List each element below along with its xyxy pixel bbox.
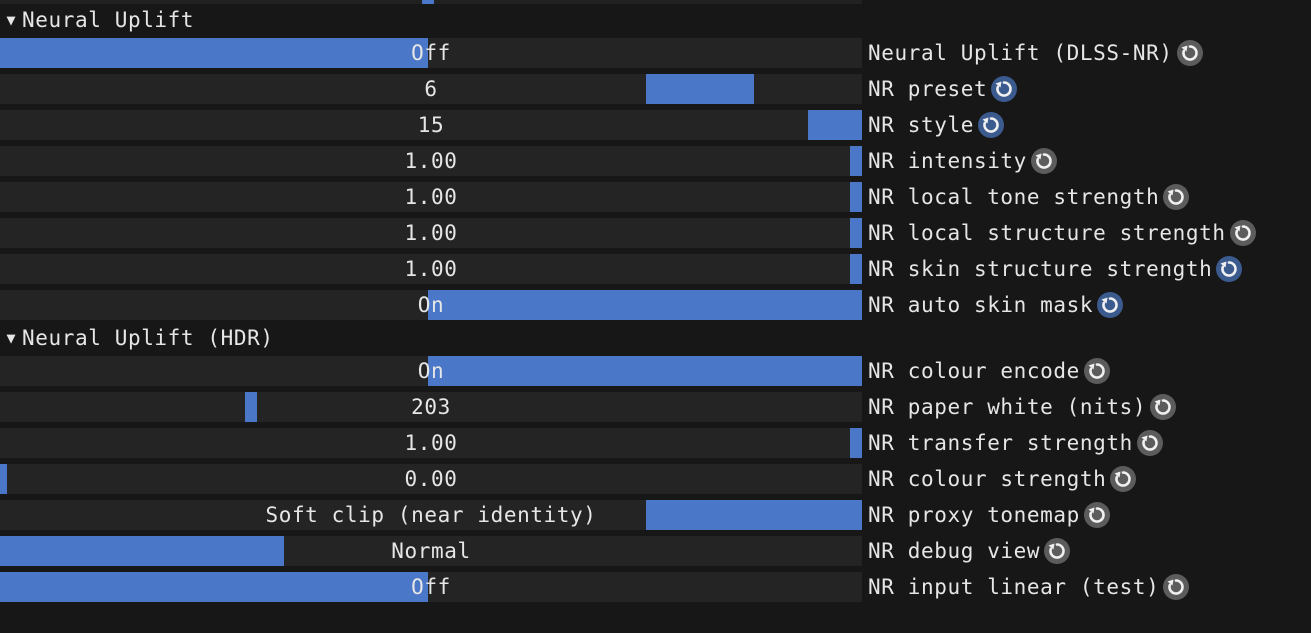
value-text: 1.00 xyxy=(404,221,458,245)
setting-label: NR proxy tonemap xyxy=(868,503,1080,527)
setting-label-container: NR local tone strength xyxy=(868,182,1190,212)
setting-label: NR paper white (nits) xyxy=(868,395,1147,419)
setting-label-container: NR colour encode xyxy=(868,356,1110,386)
value-text: On xyxy=(417,359,445,383)
setting-label-container: NR paper white (nits) xyxy=(868,392,1177,422)
value-text: Normal xyxy=(391,539,471,563)
setting-label: NR transfer strength xyxy=(868,431,1133,455)
setting-label: NR skin structure strength xyxy=(868,257,1213,281)
reset-icon[interactable] xyxy=(1136,430,1163,456)
nr-preset-slider[interactable]: 6 xyxy=(0,74,862,104)
reset-icon[interactable] xyxy=(977,112,1004,138)
setting-label-container: NR transfer strength xyxy=(868,428,1163,458)
nr-local-tone-strength-slider[interactable]: 1.00 xyxy=(0,182,862,212)
reset-icon[interactable] xyxy=(1229,220,1256,246)
nr-colour-encode-toggle[interactable]: On xyxy=(0,356,862,386)
setting-row-nr-preset: 6 NR preset xyxy=(0,74,1311,104)
section-header-neural-uplift[interactable]: ▼ Neural Uplift xyxy=(0,5,862,35)
nr-paper-white-nits-slider[interactable]: 203 xyxy=(0,392,862,422)
value-text: Off xyxy=(411,41,451,65)
setting-label: NR local structure strength xyxy=(868,221,1226,245)
reset-icon[interactable] xyxy=(1216,256,1243,282)
setting-row-nr-colour-strength: 0.00 NR colour strength xyxy=(0,464,1311,494)
value-text: Soft clip (near identity) xyxy=(265,503,597,527)
setting-label-container: NR auto skin mask xyxy=(868,290,1124,320)
nr-auto-skin-mask-toggle[interactable]: On xyxy=(0,290,862,320)
reset-icon[interactable] xyxy=(991,76,1018,102)
setting-label: NR style xyxy=(868,113,974,137)
setting-label: NR local tone strength xyxy=(868,185,1160,209)
setting-row-nr-style: 15 NR style xyxy=(0,110,1311,140)
value-text: 1.00 xyxy=(404,431,458,455)
reset-icon[interactable] xyxy=(1083,502,1110,528)
setting-label: NR preset xyxy=(868,77,988,101)
setting-label-container: Neural Uplift (DLSS-NR) xyxy=(868,38,1203,68)
nr-debug-view-combo[interactable]: Normal xyxy=(0,536,862,566)
setting-label: NR colour encode xyxy=(868,359,1080,383)
setting-row-nr-local-structure-strength: 1.00 NR local structure strength xyxy=(0,218,1311,248)
setting-label-container: NR preset xyxy=(868,74,1018,104)
reset-icon[interactable] xyxy=(1030,148,1057,174)
reset-icon[interactable] xyxy=(1150,394,1177,420)
setting-label: NR auto skin mask xyxy=(868,293,1094,317)
previous-row-fill xyxy=(422,0,434,4)
value-text: 1.00 xyxy=(404,257,458,281)
neural-uplift-dlss-nr-toggle[interactable]: Off xyxy=(0,38,862,68)
setting-row-nr-debug-view: Normal NR debug view xyxy=(0,536,1311,566)
setting-label-container: NR proxy tonemap xyxy=(868,500,1110,530)
reset-icon[interactable] xyxy=(1044,538,1071,564)
setting-label-container: NR local structure strength xyxy=(868,218,1256,248)
nr-skin-structure-strength-slider[interactable]: 1.00 xyxy=(0,254,862,284)
nr-colour-strength-slider[interactable]: 0.00 xyxy=(0,464,862,494)
value-text: 1.00 xyxy=(404,185,458,209)
nr-transfer-strength-slider[interactable]: 1.00 xyxy=(0,428,862,458)
value-text: 0.00 xyxy=(404,467,458,491)
value-text: 6 xyxy=(424,77,438,101)
setting-row-nr-input-linear-test: Off NR input linear (test) xyxy=(0,572,1311,602)
collapse-arrow-icon: ▼ xyxy=(6,329,16,347)
setting-row-nr-local-tone-strength: 1.00 NR local tone strength xyxy=(0,182,1311,212)
nr-local-structure-strength-slider[interactable]: 1.00 xyxy=(0,218,862,248)
setting-row-nr-paper-white-nits: 203 NR paper white (nits) xyxy=(0,392,1311,422)
reset-icon[interactable] xyxy=(1110,466,1137,492)
value-text: On xyxy=(417,293,445,317)
collapse-arrow-icon: ▼ xyxy=(6,11,16,29)
section-header-neural-uplift-hdr[interactable]: ▼ Neural Uplift (HDR) xyxy=(0,323,862,353)
reset-icon[interactable] xyxy=(1163,184,1190,210)
setting-row-neural-uplift-dlss-nr: Off Neural Uplift (DLSS-NR) xyxy=(0,38,1311,68)
nr-intensity-slider[interactable]: 1.00 xyxy=(0,146,862,176)
setting-row-nr-colour-encode: On NR colour encode xyxy=(0,356,1311,386)
setting-row-nr-proxy-tonemap: Soft clip (near identity) NR proxy tonema… xyxy=(0,500,1311,530)
setting-row-nr-intensity: 1.00 NR intensity xyxy=(0,146,1311,176)
nr-input-linear-test-toggle[interactable]: Off xyxy=(0,572,862,602)
setting-label-container: NR colour strength xyxy=(868,464,1137,494)
value-text: 15 xyxy=(417,113,445,137)
reset-icon[interactable] xyxy=(1083,358,1110,384)
value-text: 1.00 xyxy=(404,149,458,173)
setting-label: NR colour strength xyxy=(868,467,1107,491)
setting-label: NR debug view xyxy=(868,539,1041,563)
section-title: Neural Uplift xyxy=(22,8,195,32)
nr-style-slider[interactable]: 15 xyxy=(0,110,862,140)
setting-label: NR intensity xyxy=(868,149,1027,173)
value-text: Off xyxy=(411,575,451,599)
reset-icon[interactable] xyxy=(1176,40,1203,66)
section-title: Neural Uplift (HDR) xyxy=(22,326,274,350)
setting-row-nr-transfer-strength: 1.00 NR transfer strength xyxy=(0,428,1311,458)
setting-label-container: NR style xyxy=(868,110,1004,140)
nr-proxy-tonemap-combo[interactable]: Soft clip (near identity) xyxy=(0,500,862,530)
setting-label-container: NR input linear (test) xyxy=(868,572,1190,602)
setting-label-container: NR intensity xyxy=(868,146,1057,176)
reset-icon[interactable] xyxy=(1097,292,1124,318)
setting-row-nr-skin-structure-strength: 1.00 NR skin structure strength xyxy=(0,254,1311,284)
setting-label-container: NR debug view xyxy=(868,536,1071,566)
setting-label: NR input linear (test) xyxy=(868,575,1160,599)
reset-icon[interactable] xyxy=(1163,574,1190,600)
setting-label-container: NR skin structure strength xyxy=(868,254,1243,284)
setting-label: Neural Uplift (DLSS-NR) xyxy=(868,41,1173,65)
value-text: 203 xyxy=(411,395,451,419)
previous-row-strip xyxy=(0,0,862,4)
setting-row-nr-auto-skin-mask: On NR auto skin mask xyxy=(0,290,1311,320)
